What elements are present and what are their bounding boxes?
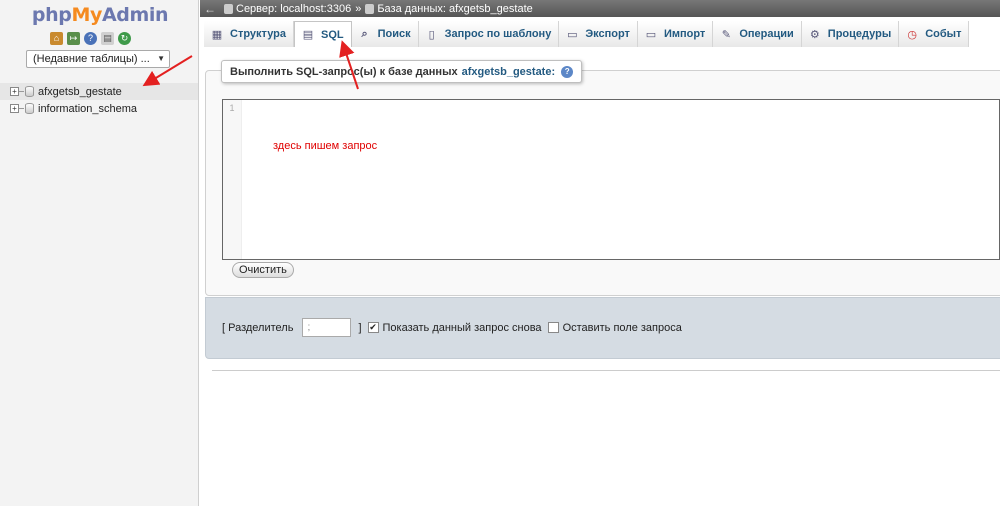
line-numbers: 1: [223, 100, 242, 259]
tab-sql[interactable]: ▤ SQL: [294, 21, 352, 47]
db-item-label: afxgetsb_gestate: [38, 85, 122, 98]
divider: [212, 370, 1000, 371]
export-icon: ▭: [567, 28, 578, 41]
routines-icon: ⚙: [809, 28, 820, 41]
tab-search[interactable]: ⌕ Поиск: [351, 21, 419, 47]
retain-query-box-checkbox[interactable]: [547, 322, 559, 333]
expand-icon[interactable]: +: [10, 104, 19, 113]
tab-export[interactable]: ▭ Экспорт: [559, 21, 638, 47]
tab-structure[interactable]: ▦ Структура: [204, 21, 294, 47]
database-icon: [25, 103, 34, 114]
import-icon: ▭: [645, 28, 657, 41]
server-icon: [224, 3, 233, 14]
sql-icon: ▤: [302, 29, 314, 41]
delimiter-bracket: ]: [358, 321, 362, 334]
retain-query-box-label: Оставить поле запроса: [562, 321, 682, 334]
tab-query[interactable]: ▯ Запрос по шаблону: [418, 21, 560, 47]
tab-routines[interactable]: ⚙ Процедуры: [801, 21, 900, 47]
show-query-checkbox[interactable]: ✔: [367, 322, 379, 333]
delimiter-label: [ Разделитель: [222, 321, 294, 334]
logout-icon[interactable]: ↦: [67, 31, 80, 45]
collapse-nav-icon[interactable]: ←: [204, 2, 216, 16]
help-icon[interactable]: ?: [561, 65, 574, 78]
database-icon: [25, 86, 34, 97]
expand-icon[interactable]: +: [10, 87, 19, 96]
help-icon[interactable]: ?: [84, 31, 97, 45]
reload-icon[interactable]: ↻: [118, 31, 131, 45]
phpmyadmin-logo[interactable]: phpMyAdmin: [30, 4, 170, 26]
wrench-icon: ✎: [721, 28, 731, 41]
sql-query-editor[interactable]: 1 здесь пишем запрос: [222, 99, 1000, 260]
sql-panel-legend: Выполнить SQL-запрос(ы) к базе данных af…: [221, 60, 583, 83]
db-item-label: information_schema: [38, 102, 138, 115]
events-icon: ◷: [907, 28, 918, 41]
delimiter-input[interactable]: ;: [302, 318, 352, 337]
breadcrumb: ← Сервер: localhost:3306 » База данных: …: [200, 0, 1000, 17]
recent-tables-select[interactable]: (Недавние таблицы) ... ▼: [26, 50, 170, 68]
breadcrumb-database[interactable]: База данных: afxgetsb_gestate: [365, 3, 533, 15]
clear-button[interactable]: Очистить: [232, 262, 294, 278]
home-icon[interactable]: ⌂: [50, 31, 63, 45]
tab-operations[interactable]: ✎ Операции: [713, 21, 802, 47]
db-item-afxgetsb-gestate[interactable]: + afxgetsb_gestate: [0, 83, 198, 100]
db-item-information-schema[interactable]: + information_schema: [0, 100, 198, 117]
structure-icon: ▦: [211, 28, 223, 41]
nav-icon-bar: ⌂ ↦ ? ▤ ↻: [50, 31, 131, 45]
query-options-row: [ Разделитель ; ] ✔ Показать данный запр…: [222, 318, 682, 337]
breadcrumb-server[interactable]: Сервер: localhost:3306: [224, 3, 351, 15]
search-icon: ⌕: [361, 27, 368, 40]
tab-bar: ▦ Структура ▤ SQL ⌕ Поиск ▯ Запрос по шаблон…: [204, 21, 1000, 47]
show-query-label: Показать данный запрос снова: [382, 321, 542, 334]
tab-events[interactable]: ◷ Событ: [899, 21, 970, 47]
tab-import[interactable]: ▭ Импорт: [637, 21, 714, 47]
chevron-down-icon: ▼: [157, 54, 165, 63]
docs-icon[interactable]: ▤: [101, 31, 114, 45]
query-icon: ▯: [428, 28, 435, 41]
query-hint-annotation: здесь пишем запрос: [273, 140, 378, 152]
navigation-panel: phpMyAdmin ⌂ ↦ ? ▤ ↻ (Недавние таблицы) …: [0, 0, 199, 506]
database-icon: [365, 3, 375, 14]
